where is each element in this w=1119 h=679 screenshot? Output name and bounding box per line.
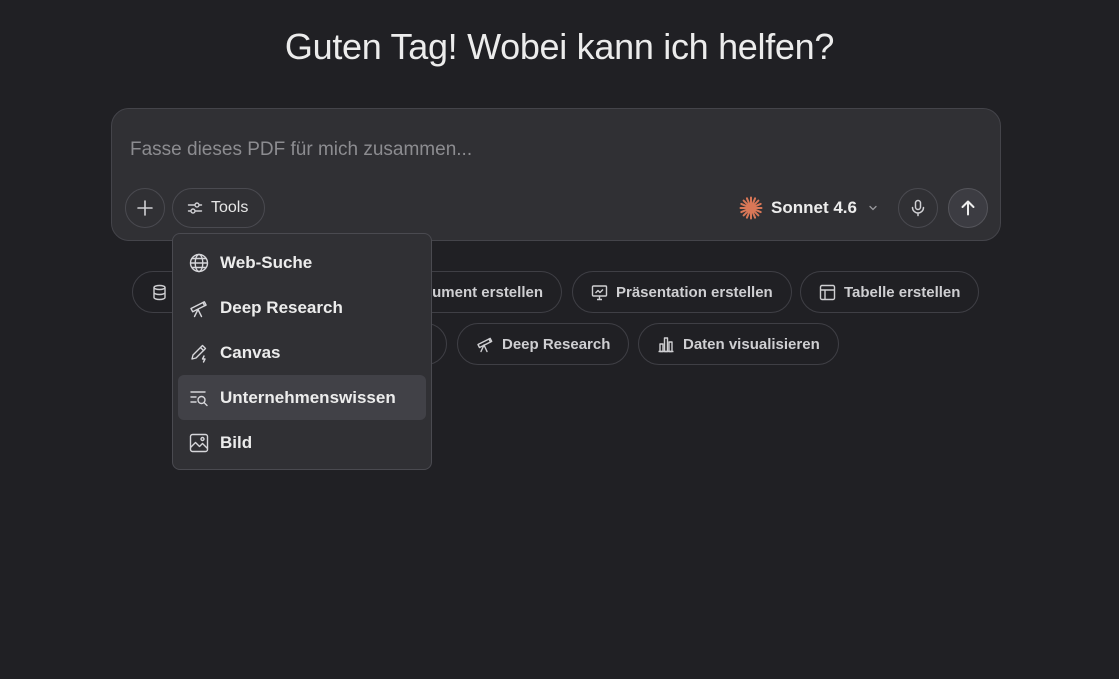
database-icon bbox=[151, 284, 168, 301]
menu-item-label: Unternehmenswissen bbox=[220, 387, 396, 407]
suggestion-chip-deep-research[interactable]: Deep Research bbox=[457, 323, 630, 365]
telescope-icon bbox=[189, 298, 209, 318]
model-label: Sonnet 4.6 bbox=[771, 198, 857, 217]
send-button[interactable] bbox=[948, 188, 988, 228]
menu-item-label: Bild bbox=[220, 432, 253, 452]
tools-menu: Web-Suche Deep Research Canvas Unternehm… bbox=[172, 233, 432, 470]
tools-label: Tools bbox=[211, 199, 249, 216]
menu-item-canvas[interactable]: Canvas bbox=[178, 330, 426, 375]
arrow-up-icon bbox=[959, 199, 977, 217]
composer: Tools Sonnet 4.6 bbox=[111, 108, 1001, 241]
suggestion-label: Tabelle erstellen bbox=[844, 283, 961, 301]
tools-button[interactable]: Tools bbox=[172, 188, 265, 228]
pencil-icon bbox=[189, 343, 209, 363]
image-icon bbox=[189, 433, 209, 453]
menu-item-company-knowledge[interactable]: Unternehmenswissen bbox=[178, 375, 426, 420]
presentation-icon bbox=[591, 284, 608, 301]
menu-item-label: Deep Research bbox=[220, 297, 343, 317]
add-attachment-button[interactable] bbox=[125, 188, 165, 228]
menu-item-deep-research[interactable]: Deep Research bbox=[178, 285, 426, 330]
prompt-input[interactable] bbox=[130, 139, 830, 161]
sliders-icon bbox=[187, 200, 203, 216]
suggestion-label: ument erstellen bbox=[432, 283, 543, 301]
microphone-icon bbox=[909, 199, 927, 217]
chevron-down-icon bbox=[867, 202, 879, 214]
suggestion-chip-create-table[interactable]: Tabelle erstellen bbox=[800, 271, 980, 313]
plus-icon bbox=[136, 199, 154, 217]
bar-chart-icon bbox=[657, 335, 675, 353]
menu-item-image[interactable]: Bild bbox=[178, 420, 426, 465]
menu-item-label: Canvas bbox=[220, 342, 281, 362]
suggestion-label: Daten visualisieren bbox=[683, 335, 820, 353]
table-icon bbox=[819, 284, 836, 301]
voice-input-button[interactable] bbox=[898, 188, 938, 228]
suggestion-label: Deep Research bbox=[502, 335, 611, 353]
suggestion-chip-create-presentation[interactable]: Präsentation erstellen bbox=[572, 271, 792, 313]
model-selector[interactable]: Sonnet 4.6 bbox=[739, 195, 879, 221]
page-title: Guten Tag! Wobei kann ich helfen? bbox=[284, 26, 835, 67]
suggestion-label: Präsentation erstellen bbox=[616, 283, 773, 301]
menu-item-web-search[interactable]: Web-Suche bbox=[178, 240, 426, 285]
globe-icon bbox=[189, 253, 209, 273]
telescope-icon bbox=[476, 335, 494, 353]
menu-item-label: Web-Suche bbox=[220, 252, 313, 272]
sparkle-logo-icon bbox=[739, 196, 763, 220]
list-search-icon bbox=[189, 388, 209, 408]
suggestion-chip-visualize-data[interactable]: Daten visualisieren bbox=[638, 323, 839, 365]
